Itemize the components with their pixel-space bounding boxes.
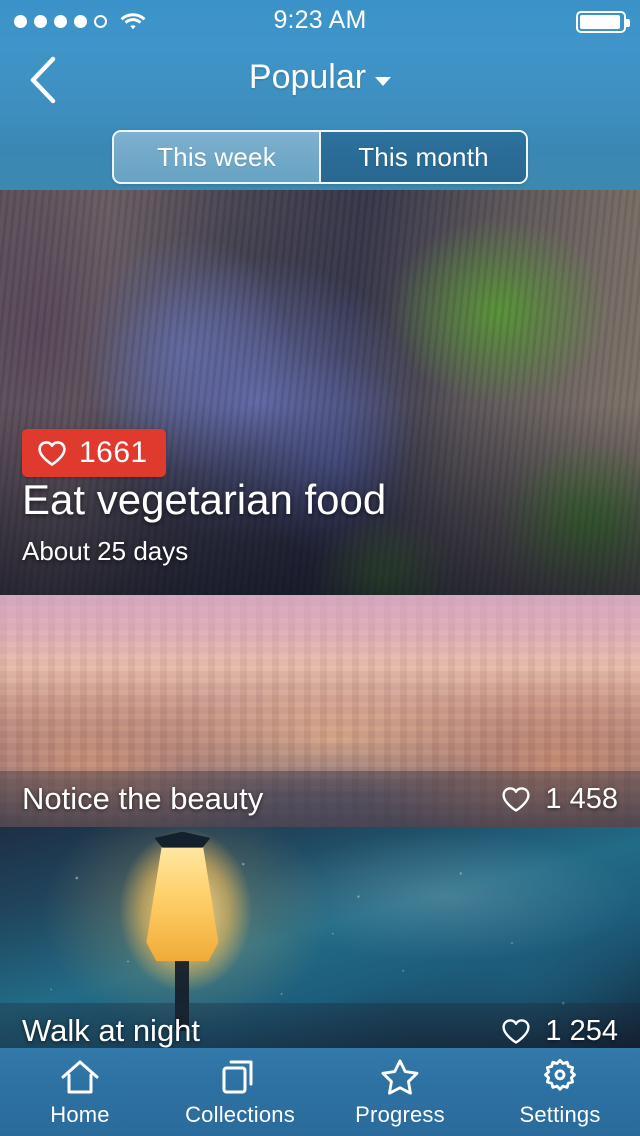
home-icon [59, 1057, 101, 1097]
segment-this-month[interactable]: This month [319, 132, 526, 182]
tab-home[interactable]: Home [0, 1048, 160, 1136]
segment-this-week[interactable]: This week [114, 132, 319, 182]
hero-title: Eat vegetarian food [22, 475, 387, 523]
tab-settings-label: Settings [519, 1101, 601, 1127]
gear-icon [539, 1057, 581, 1097]
tab-home-label: Home [50, 1101, 110, 1127]
heart-outline-icon [502, 786, 531, 812]
feed-card-row[interactable]: Walk at night 1 254 [0, 827, 640, 1048]
card-title: Walk at night [22, 1013, 201, 1048]
card-caption-bar: Walk at night 1 254 [0, 1003, 640, 1048]
lantern-cap [154, 831, 211, 848]
tab-settings[interactable]: Settings [480, 1048, 640, 1136]
tab-collections[interactable]: Collections [160, 1048, 320, 1136]
feed-card-row[interactable]: Notice the beauty 1 458 [0, 595, 640, 827]
time-range-segmented-control[interactable]: This week This month [112, 130, 528, 184]
status-bar: 9:23 AM [0, 0, 640, 42]
battery-level [580, 15, 621, 29]
feed-card-hero[interactable]: 1661 Eat vegetarian food About 25 days [0, 190, 640, 595]
collections-icon [219, 1057, 261, 1097]
likes-count: 1661 [79, 436, 148, 469]
star-icon [379, 1057, 421, 1097]
chevron-down-icon [375, 76, 392, 86]
card-likes: 1 458 [501, 783, 618, 816]
tab-progress[interactable]: Progress [320, 1048, 480, 1136]
tab-collections-label: Collections [185, 1101, 295, 1127]
status-bar-clock: 9:23 AM [273, 6, 367, 34]
page-title[interactable]: Popular [0, 58, 640, 97]
tab-progress-label: Progress [355, 1101, 445, 1127]
card-caption-bar: Notice the beauty 1 458 [0, 771, 640, 827]
card-likes: 1 254 [501, 1015, 618, 1048]
likes-badge: 1661 [22, 429, 166, 477]
app-screen: 9:23 AM Popular This week This month 166… [0, 0, 640, 1136]
navigation-bar: Popular [0, 42, 640, 118]
battery-full-icon [576, 11, 630, 33]
lantern-glow [146, 843, 219, 962]
bottom-tab-bar: Home Collections Progress Settings [0, 1048, 640, 1136]
card-title: Notice the beauty [22, 781, 264, 816]
page-title-label: Popular [248, 58, 367, 96]
card-likes-count: 1 254 [545, 1014, 618, 1047]
heart-outline-icon [38, 440, 66, 466]
heart-outline-icon [502, 1018, 531, 1044]
hero-subtitle: About 25 days [22, 536, 189, 566]
card-likes-count: 1 458 [545, 782, 618, 815]
header: 9:23 AM Popular This week This month [0, 0, 640, 190]
feed-list: 1661 Eat vegetarian food About 25 days N… [0, 190, 640, 1048]
hero-text-block: Eat vegetarian food About 25 days [22, 475, 387, 567]
